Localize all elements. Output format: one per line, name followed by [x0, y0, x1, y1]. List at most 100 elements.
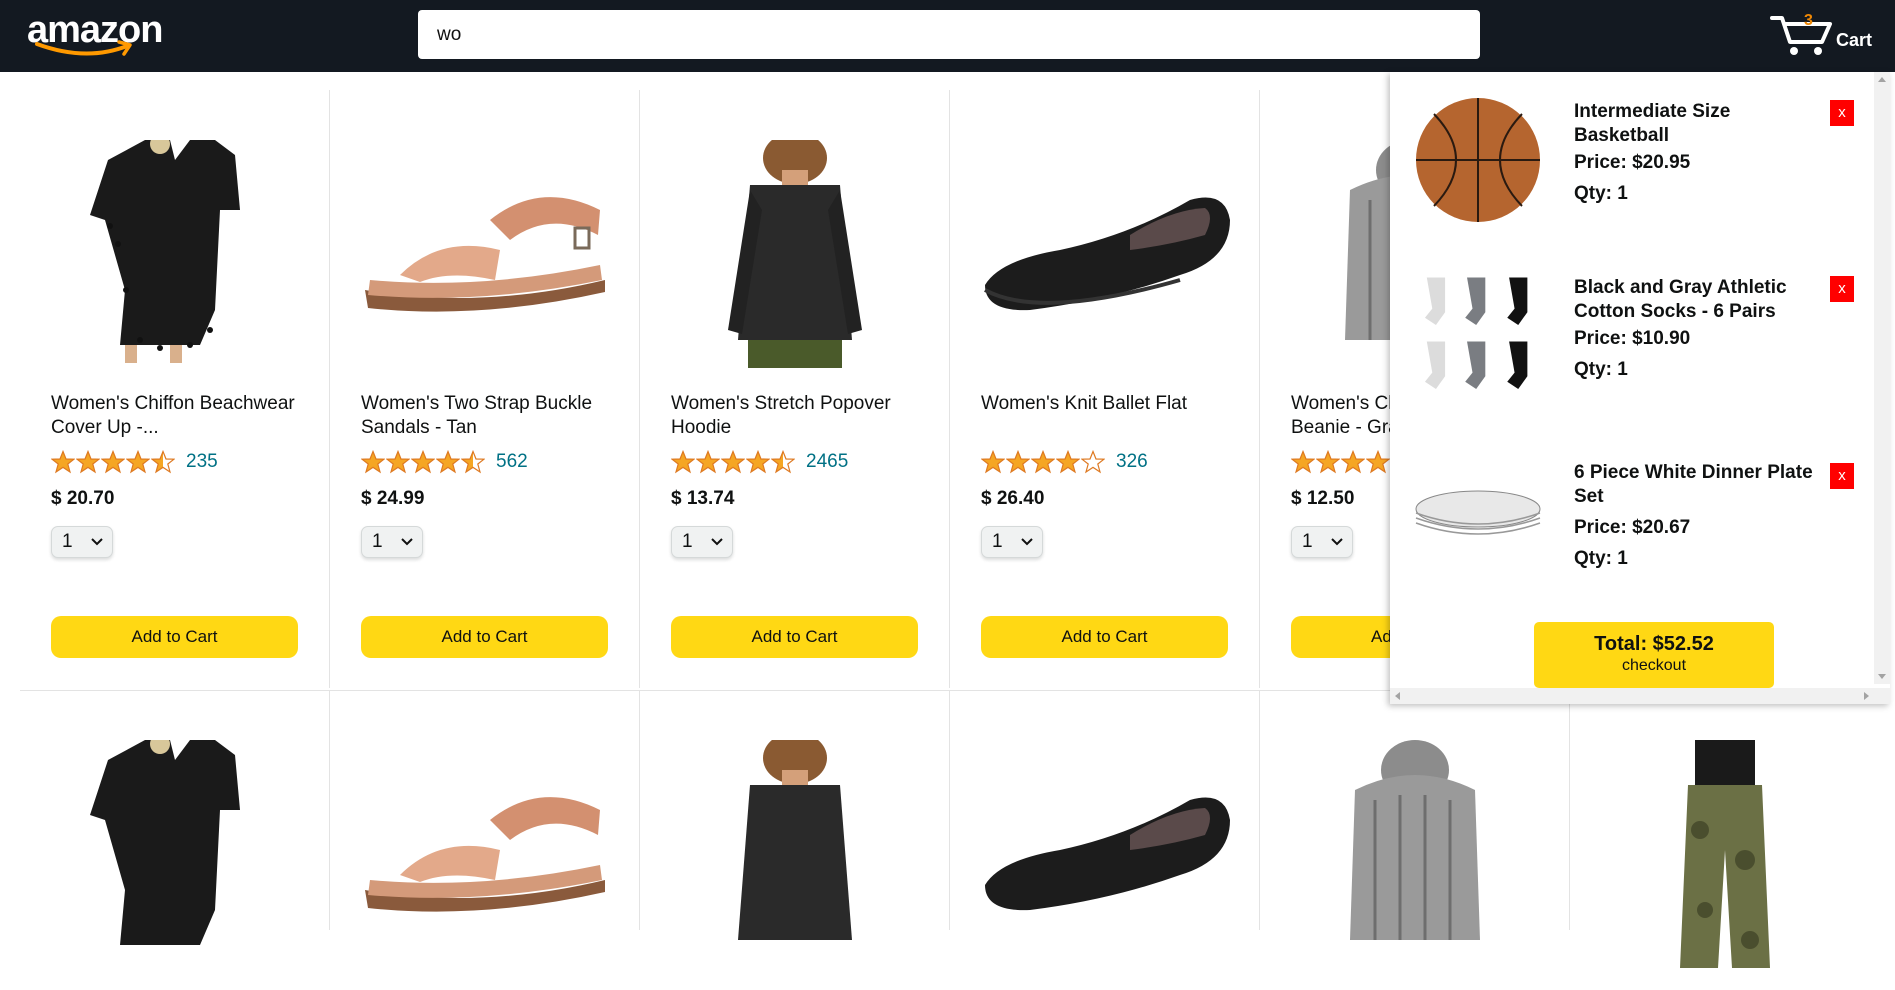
product-title[interactable]: Women's Knit Ballet Flat [981, 392, 1231, 416]
review-count-link[interactable]: 2465 [806, 451, 848, 473]
star-full-icon [1366, 450, 1390, 474]
star-full-icon [671, 450, 695, 474]
cover-up-image[interactable] [50, 140, 300, 368]
rating-stars: 2465 [671, 448, 848, 476]
cart-item-name: Intermediate Size Basketball [1574, 101, 1731, 146]
basketball-image[interactable] [1414, 96, 1542, 224]
star-full-icon [361, 450, 385, 474]
chevron-down-icon [401, 538, 413, 546]
cart-item-name: 6 Piece White Dinner Plate Set [1574, 462, 1813, 507]
remove-item-button[interactable]: x [1830, 463, 1854, 489]
cart-item-qty: Qty: 1 [1574, 359, 1628, 380]
cart-item: Black and Gray Athletic Cotton Socks - 6… [1414, 272, 1874, 432]
checkout-label: checkout [1621, 657, 1687, 674]
review-count-link[interactable]: 562 [496, 451, 528, 473]
star-half-icon [461, 450, 485, 474]
product-price: $ 26.40 [981, 488, 1045, 509]
scroll-down-arrow-icon[interactable] [1874, 668, 1890, 684]
star-full-icon [411, 450, 435, 474]
product-card [950, 690, 1260, 930]
star-full-icon [1006, 450, 1030, 474]
cart-icon [1770, 16, 1832, 55]
product-card [20, 690, 330, 945]
add-to-cart-button[interactable]: Add to Cart [671, 616, 918, 658]
hoodie-image[interactable] [670, 740, 920, 968]
socks-image[interactable] [1414, 272, 1542, 400]
star-full-icon [386, 450, 410, 474]
star-full-icon [1031, 450, 1055, 474]
beanie-image[interactable] [1290, 740, 1540, 968]
star-half-icon [151, 450, 175, 474]
product-card: Women's Knit Ballet Flat 326 $ 26.40 1 A… [950, 90, 1260, 688]
rating-stars: 562 [361, 448, 528, 476]
quantity-select[interactable]: 1 [671, 526, 733, 558]
ballet-flat-image[interactable] [980, 740, 1230, 968]
add-to-cart-button[interactable]: Add to Cart [361, 616, 608, 658]
cover-up-image[interactable] [50, 740, 300, 968]
product-card: Women's Two Strap Buckle Sandals - Tan 5… [330, 90, 640, 688]
product-price: $ 12.50 [1291, 488, 1355, 509]
product-card [640, 690, 950, 940]
review-count-link[interactable]: 326 [1116, 451, 1148, 473]
star-full-icon [746, 450, 770, 474]
star-full-icon [721, 450, 745, 474]
review-count-link[interactable]: 235 [186, 451, 218, 473]
amazon-logo[interactable]: amazon [27, 10, 163, 58]
star-full-icon [1316, 450, 1340, 474]
horizontal-scrollbar[interactable] [1390, 688, 1890, 704]
plates-image[interactable] [1414, 469, 1542, 549]
scroll-up-arrow-icon[interactable] [1874, 72, 1890, 88]
star-full-icon [76, 450, 100, 474]
add-to-cart-button[interactable]: Add to Cart [51, 616, 298, 658]
camo-pants-image[interactable] [1600, 740, 1850, 968]
product-card: Women's Chiffon Beachwear Cover Up -... … [20, 90, 330, 688]
cart-item-price: Price: $20.67 [1574, 517, 1691, 538]
cart-item-price: Price: $20.95 [1574, 152, 1691, 173]
product-row [20, 690, 1880, 990]
quantity-select[interactable]: 1 [981, 526, 1043, 558]
chevron-down-icon [1021, 538, 1033, 546]
quantity-select[interactable]: 1 [1291, 526, 1353, 558]
ballet-flat-image[interactable] [980, 140, 1230, 368]
checkout-button[interactable]: Total: $52.52 checkout [1534, 622, 1774, 688]
star-full-icon [981, 450, 1005, 474]
star-full-icon [101, 450, 125, 474]
cart-count-badge: 3 [1804, 12, 1813, 29]
logo-smile-icon [35, 40, 132, 56]
product-card [1260, 690, 1570, 940]
cart-item-name: Black and Gray Athletic Cotton Socks - 6… [1574, 277, 1787, 322]
product-card [1570, 690, 1880, 968]
product-card [330, 690, 640, 930]
cart-item-qty: Qty: 1 [1574, 183, 1628, 204]
scroll-right-arrow-icon[interactable] [1858, 688, 1874, 704]
star-full-icon [1056, 450, 1080, 474]
product-title[interactable]: Women's Stretch Popover Hoodie [671, 392, 921, 440]
quantity-select[interactable]: 1 [51, 526, 113, 558]
sandal-image[interactable] [360, 740, 610, 968]
cart-button[interactable]: 3 Cart [1770, 10, 1890, 60]
star-full-icon [1291, 450, 1315, 474]
remove-item-button[interactable]: x [1830, 100, 1854, 126]
cart-item-qty: Qty: 1 [1574, 548, 1628, 569]
product-title[interactable]: Women's Chiffon Beachwear Cover Up -... [51, 392, 301, 440]
top-nav-bar: amazon wo 3 Cart [0, 0, 1895, 72]
add-to-cart-button[interactable]: Add to Cart [981, 616, 1228, 658]
product-card: Women's Stretch Popover Hoodie 2465 $ 13… [640, 90, 950, 688]
sandal-image[interactable] [360, 140, 610, 368]
star-full-icon [126, 450, 150, 474]
scroll-left-arrow-icon[interactable] [1390, 688, 1406, 704]
product-title[interactable]: Women's Two Strap Buckle Sandals - Tan [361, 392, 611, 440]
product-price: $ 13.74 [671, 488, 735, 509]
hoodie-image[interactable] [670, 140, 920, 368]
cart-dropdown-panel: Intermediate Size Basketball Price: $20.… [1390, 72, 1890, 704]
product-price: $ 20.70 [51, 488, 115, 509]
rating-stars: 326 [981, 448, 1148, 476]
remove-item-button[interactable]: x [1830, 276, 1854, 302]
vertical-scrollbar[interactable] [1874, 72, 1890, 684]
search-input[interactable]: wo [418, 10, 1480, 59]
star-full-icon [1341, 450, 1365, 474]
quantity-select[interactable]: 1 [361, 526, 423, 558]
chevron-down-icon [711, 538, 723, 546]
star-full-icon [51, 450, 75, 474]
star-empty-icon [1081, 450, 1105, 474]
